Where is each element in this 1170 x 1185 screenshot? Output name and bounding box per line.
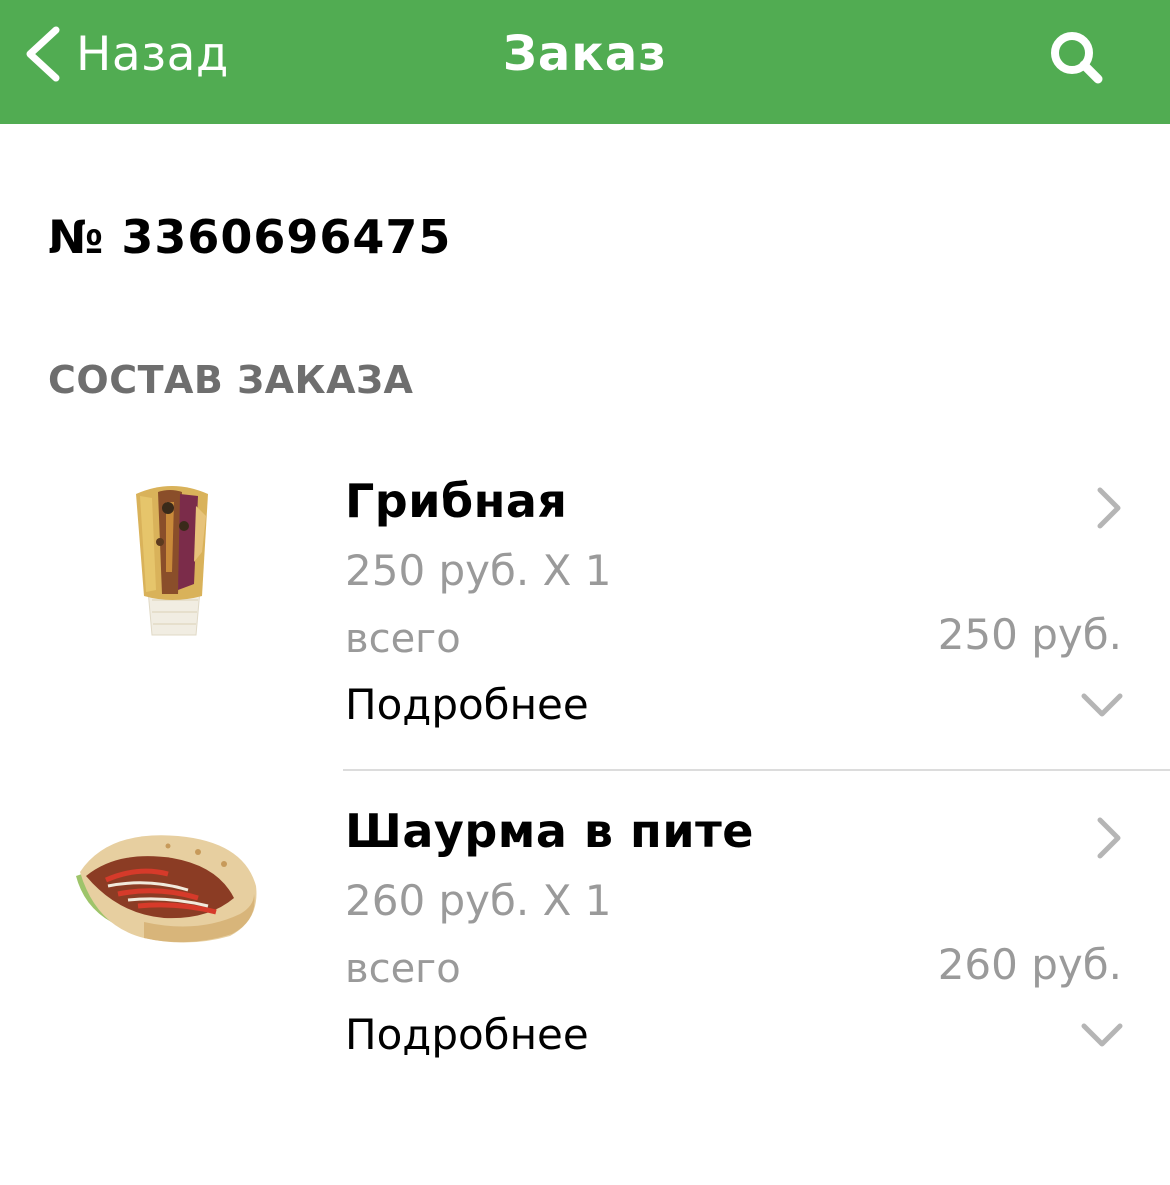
section-title: СОСТАВ ЗАКАЗА <box>48 358 414 402</box>
item-price: 250 руб. Х 1 <box>345 546 612 595</box>
item-price: 260 руб. Х 1 <box>345 876 612 925</box>
item-details-toggle[interactable]: Подробнее <box>345 1010 589 1059</box>
item-image <box>48 802 296 982</box>
search-icon <box>1051 32 1103 84</box>
item-image <box>48 472 296 652</box>
item-total-label: всего <box>345 616 461 662</box>
item-name: Шаурма в пите <box>345 804 754 858</box>
order-item[interactable]: Грибная 250 руб. Х 1 всего 250 руб. Подр… <box>0 472 1170 772</box>
item-total: 250 руб. <box>937 610 1122 659</box>
chevron-right-icon <box>1097 817 1121 859</box>
chevron-down-icon[interactable] <box>1080 690 1124 720</box>
chevron-down-icon[interactable] <box>1080 1020 1124 1050</box>
item-name: Грибная <box>345 474 568 528</box>
top-nav-bar: Назад Заказ <box>0 0 1170 124</box>
order-number: № 3360696475 <box>48 210 452 264</box>
page-title: Заказ <box>502 26 668 82</box>
item-total-label: всего <box>345 946 461 992</box>
chevron-right-icon <box>1097 487 1121 529</box>
item-details-toggle[interactable]: Подробнее <box>345 680 589 729</box>
item-total: 260 руб. <box>937 940 1122 989</box>
order-item[interactable]: Шаурма в пите 260 руб. Х 1 всего 260 руб… <box>0 802 1170 1102</box>
search-button[interactable] <box>1046 28 1106 88</box>
item-divider <box>343 769 1170 771</box>
